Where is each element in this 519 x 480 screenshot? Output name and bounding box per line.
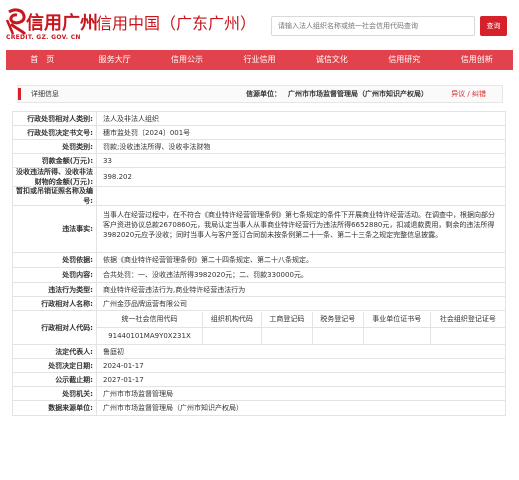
row-label: 处罚内容: (13, 268, 97, 282)
table-row: 处罚内容: 合共处罚：一、没收违法所得3982020元；二、罚款330000元。 (13, 268, 505, 283)
row-value: 合共处罚：一、没收违法所得3982020元；二、罚款330000元。 (103, 271, 308, 279)
row-label: 行政相对人名称: (13, 297, 97, 310)
code-header: 统一社会信用代码 (97, 311, 203, 328)
row-value: 广州市市场监督管理局 (103, 389, 173, 398)
row-value: 33 (103, 156, 112, 165)
row-value: 广州市市场监督管理局（广州市知识产权局） (103, 404, 243, 412)
row-value: 商业特许经营违法行为,商业特许经营违法行为 (103, 285, 246, 294)
row-value: 广州金莎品牌运营有限公司 (103, 299, 187, 308)
nav-item[interactable]: 行业信用 (223, 50, 295, 70)
source-label: 信源单位： (246, 90, 281, 98)
row-value: 法人及非法人组织 (103, 114, 159, 123)
row-value: 穗市监处罚〔2024〕001号 (103, 128, 191, 137)
table-row: 处罚类别: 罚款;没收违法所得、没收非法财物 (13, 140, 505, 154)
entity-code-table: 统一社会信用代码 组织机构代码 工商登记码 税务登记号 事业单位证书号 社会组织登记证号 9… (97, 311, 505, 344)
code-value (363, 327, 431, 344)
table-row: 处罚依据: 依据《商业特许经营管理条例》第二十四条规定、第二十八条规定。 (13, 253, 505, 268)
code-value (202, 327, 262, 344)
table-row: 处罚机关: 广州市市场监督管理局 (13, 387, 505, 401)
table-row: 行政相对人名称: 广州金莎品牌运营有限公司 (13, 297, 505, 311)
code-header: 组织机构代码 (202, 311, 262, 328)
row-label: 暂扣或吊销证照名称及编号: (13, 187, 97, 205)
table-row: 公示截止期: 2027-01-17 (13, 373, 505, 387)
search-input[interactable] (271, 16, 475, 36)
main-nav: 首 页服务大厅 信用公示 行业信用 诚信文化 信用研究 信用创新 (6, 50, 513, 70)
row-label: 公示截止期: (13, 373, 97, 386)
credit-logo-icon (5, 8, 27, 36)
row-label: 行政相对人代码: (13, 311, 97, 344)
nav-item[interactable]: 首 页 (6, 50, 78, 70)
table-row: 违法行为类型: 商业特许经营违法行为,商业特许经营违法行为 (13, 283, 505, 297)
site-header: 信用广州 CREDIT. GZ. GOV. CN 信用中国（广东广州） 查询 (0, 0, 519, 46)
row-value: 罚款;没收违法所得、没收非法财物 (103, 142, 211, 151)
table-row: 行政处罚决定书文号: 穗市监处罚〔2024〕001号 (13, 126, 505, 140)
code-value: 91440101MA9Y0X231X (97, 327, 203, 344)
table-row: 暂扣或吊销证照名称及编号: (13, 187, 505, 206)
row-value: 鲁庭初 (103, 347, 124, 356)
row-label: 处罚决定日期: (13, 359, 97, 372)
row-label: 罚款金额(万元): (13, 154, 97, 167)
row-value (97, 187, 505, 205)
logo-subtext: CREDIT. GZ. GOV. CN (6, 34, 81, 41)
code-header: 事业单位证书号 (363, 311, 431, 328)
row-value: 当事人在经营过程中，在不符合《商业特许经营管理条例》第七条规定的条件下开展商业特… (103, 211, 495, 239)
row-value: 2024-01-17 (103, 361, 144, 370)
detail-header: 详细信息 信源单位： 广州市市场监督管理局（广州市知识产权局） 异议 / 纠错 (17, 85, 503, 103)
entity-code-cell: 统一社会信用代码 组织机构代码 工商登记码 税务登记号 事业单位证书号 社会组织登记证号 9… (97, 311, 505, 344)
table-row: 处罚决定日期: 2024-01-17 (13, 359, 505, 373)
table-row: 没收违法所得、没收非法财物的金额(万元): 398.202 (13, 168, 505, 187)
row-label: 处罚类别: (13, 140, 97, 153)
site-title: 信用中国（广东广州） (96, 14, 257, 33)
detail-title: 详细信息 (31, 90, 59, 98)
table-row: 违法事实: 当事人在经营过程中，在不符合《商业特许经营管理条例》第七条规定的条件下… (13, 206, 505, 253)
row-label: 法定代表人: (13, 345, 97, 358)
table-row-entity-code: 行政相对人代码: 统一社会信用代码 组织机构代码 工商登记码 税务登记号 事业单位证书号社… (13, 311, 505, 345)
objection-link[interactable]: 异议 / 纠错 (451, 86, 486, 102)
row-value: 398.202 (103, 173, 132, 181)
row-label: 行政处罚相对人类别: (13, 112, 97, 125)
nav-item[interactable]: 信用创新 (441, 50, 513, 70)
code-value (312, 327, 364, 344)
nav-item[interactable]: 诚信文化 (296, 50, 368, 70)
logo-text[interactable]: 信用广州 (26, 9, 98, 35)
row-label: 处罚依据: (13, 253, 97, 267)
row-value: 2027-01-17 (103, 375, 144, 384)
table-row: 数据来源单位: 广州市市场监督管理局（广州市知识产权局） (13, 401, 505, 415)
code-header: 社会组织登记证号 (430, 311, 505, 328)
row-label: 处罚机关: (13, 387, 97, 400)
table-row: 罚款金额(万元): 33 (13, 154, 505, 168)
nav-item[interactable]: 信用公示 (151, 50, 223, 70)
code-value (430, 328, 505, 344)
nav-item[interactable]: 信用研究 (368, 50, 440, 70)
row-label: 行政处罚决定书文号: (13, 126, 97, 139)
code-header: 税务登记号 (312, 311, 364, 328)
source-value: 广州市市场监督管理局（广州市知识产权局） (288, 90, 428, 98)
row-label: 违法事实: (13, 206, 97, 252)
penalty-detail-table: 行政处罚相对人类别: 法人及非法人组织 行政处罚决定书文号: 穗市监处罚〔2024〕0… (12, 111, 506, 416)
table-row: 法定代表人: 鲁庭初 (13, 345, 505, 359)
row-label: 违法行为类型: (13, 283, 97, 296)
search-button[interactable]: 查询 (480, 16, 507, 36)
row-label: 数据来源单位: (13, 401, 97, 415)
accent-marker (18, 88, 21, 100)
code-header: 工商登记码 (261, 311, 313, 328)
row-value: 依据《商业特许经营管理条例》第二十四条规定、第二十八条规定。 (103, 256, 313, 264)
row-label: 没收违法所得、没收非法财物的金额(万元): (13, 168, 97, 186)
nav-item[interactable]: 服务大厅 (78, 50, 150, 70)
table-row: 行政处罚相对人类别: 法人及非法人组织 (13, 112, 505, 126)
code-value (261, 327, 313, 344)
